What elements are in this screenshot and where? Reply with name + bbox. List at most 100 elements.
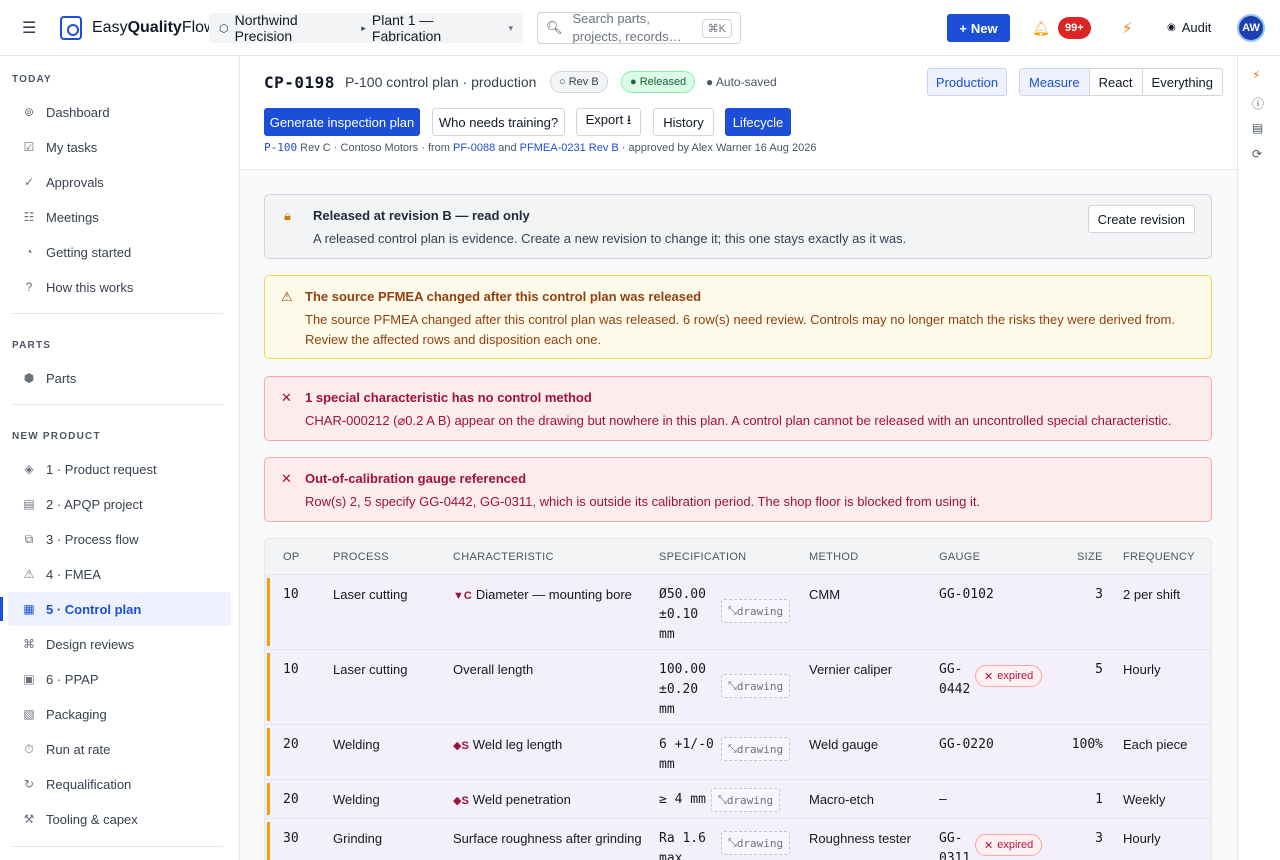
- audit-button[interactable]: ◉ Audit: [1167, 20, 1211, 35]
- sidebar-item-my-tasks[interactable]: ☑ My tasks: [8, 130, 231, 164]
- table-row[interactable]: 20 Welding ◆S Weld penetration ≥ 4 mm ⤡ drawi…: [265, 780, 1211, 819]
- bell-icon[interactable]: 🔔︎: [1032, 20, 1050, 37]
- cell-method: Macro-etch: [809, 792, 875, 807]
- segment-react[interactable]: React: [1088, 69, 1142, 95]
- lifecycle-button[interactable]: Lifecycle: [725, 108, 791, 136]
- gauge-line: 0311: [939, 851, 971, 860]
- sidebar-item-label: 6 · PPAP: [46, 671, 99, 687]
- notification-badge[interactable]: 99+: [1058, 17, 1091, 39]
- banner-title: Out-of-calibration gauge referenced: [305, 471, 527, 486]
- sidebar-item-1-product-request[interactable]: ◈ 1 · Product request: [8, 452, 231, 486]
- drawing-label: drawing: [736, 604, 784, 618]
- hexagon-icon: ⬡: [219, 22, 229, 35]
- segment-measure[interactable]: Measure: [1020, 69, 1089, 95]
- col-size[interactable]: SIZE: [1077, 551, 1103, 563]
- sidebar-section-parts: PARTS: [12, 340, 52, 351]
- search-input[interactable]: 🔍︎ Search parts, projects, records… ⌘K: [537, 11, 741, 44]
- production-mode-button[interactable]: Production: [927, 68, 1007, 96]
- cell-gauge: GG-0220: [939, 735, 994, 755]
- sidebar-item-4-fmea[interactable]: ⚠ 4 · FMEA: [8, 557, 231, 591]
- characteristic-text: Surface roughness after grinding: [453, 831, 642, 846]
- sidebar-item-how-this-works[interactable]: ? How this works: [8, 270, 231, 304]
- special-characteristic-banner: ✕ 1 special characteristic has no contro…: [264, 376, 1212, 441]
- drawing-link[interactable]: ⤡ drawing: [721, 674, 791, 698]
- col-specification[interactable]: SPECIFICATION: [659, 551, 746, 563]
- table-row[interactable]: 10 Laser cutting ▼C Diameter — mounting bor…: [265, 575, 1211, 650]
- gauge-line: —: [939, 792, 947, 807]
- segment-everything[interactable]: Everything: [1141, 69, 1222, 95]
- process-flow-link[interactable]: PF-0088: [453, 142, 495, 154]
- chevron-right-icon: ▸: [361, 22, 366, 33]
- sidebar-item-run-at-rate[interactable]: ⏱ Run at rate: [8, 732, 231, 766]
- part-link[interactable]: P-100: [264, 141, 297, 154]
- sidebar-item-dashboard[interactable]: ⊚ Dashboard: [8, 95, 231, 129]
- lineage-text: Rev C · Contoso Motors · from: [297, 142, 453, 154]
- sidebar-divider: [12, 313, 223, 314]
- sidebar-item-2-apqp-project[interactable]: ▤ 2 · APQP project: [8, 487, 231, 521]
- expired-label: expired: [997, 839, 1034, 851]
- close-icon: ✕: [281, 390, 292, 405]
- col-op[interactable]: OP: [283, 551, 300, 563]
- plant-selector[interactable]: ⬡ Northwind Precision ▸ Plant 1 — Fabric…: [209, 12, 523, 44]
- col-frequency[interactable]: FREQUENCY: [1123, 551, 1195, 563]
- cell-op: 20: [283, 737, 299, 752]
- drawing-link[interactable]: ⤡ drawing: [721, 831, 791, 855]
- sidebar-item-icon: ▦: [23, 602, 35, 616]
- sidebar-item-icon: ✓: [23, 175, 35, 189]
- table-row[interactable]: 10 Laser cutting Overall length 100.00 ±0.20…: [265, 650, 1211, 725]
- drawing-label: drawing: [726, 793, 774, 807]
- drawing-link[interactable]: ⤡ drawing: [711, 788, 781, 812]
- cell-frequency: Each piece: [1123, 737, 1188, 752]
- sidebar-item-requalification[interactable]: ↻ Requalification: [8, 767, 231, 801]
- sidebar-item-design-reviews[interactable]: ⌘ Design reviews: [8, 627, 231, 661]
- avatar[interactable]: AW: [1237, 14, 1265, 42]
- cell-characteristic: ◆S Weld penetration: [453, 790, 653, 811]
- history-button[interactable]: History: [653, 108, 714, 136]
- sidebar-item-getting-started[interactable]: ◔ Getting started: [8, 235, 231, 269]
- sidebar-item-3-process-flow[interactable]: ⧉ 3 · Process flow: [8, 522, 231, 556]
- cell-size: 1: [1095, 792, 1103, 807]
- sidebar-item-icon: ◔: [25, 245, 33, 259]
- characteristic-text: Weld penetration: [472, 792, 571, 807]
- sidebar-item-parts[interactable]: ⬢ Parts: [8, 361, 231, 395]
- sidebar-item-label: Approvals: [46, 174, 104, 190]
- cell-process: Laser cutting: [333, 662, 408, 677]
- menu-icon[interactable]: ☰: [22, 18, 42, 38]
- sidebar-item-icon: ⊚: [23, 105, 35, 119]
- generate-inspection-plan-button[interactable]: Generate inspection plan: [264, 108, 420, 136]
- drawing-label: drawing: [736, 742, 784, 756]
- col-characteristic[interactable]: CHARACTERISTIC: [453, 551, 554, 563]
- pfmea-link[interactable]: PFMEA-0231 Rev B: [520, 142, 619, 154]
- info-icon[interactable]: ⓘ: [1252, 95, 1264, 112]
- sidebar-item-packaging[interactable]: ▧ Packaging: [8, 697, 231, 731]
- create-revision-button[interactable]: Create revision: [1087, 205, 1195, 233]
- col-method[interactable]: METHOD: [809, 551, 858, 563]
- review-flag-stripe: [267, 783, 270, 815]
- expired-label: expired: [997, 670, 1034, 682]
- sidebar-item-6-ppap[interactable]: ▣ 6 · PPAP: [8, 662, 231, 696]
- sidebar-item-approvals[interactable]: ✓ Approvals: [8, 165, 231, 199]
- sidebar-item-meetings[interactable]: ☷ Meetings: [8, 200, 231, 234]
- col-gauge[interactable]: GAUGE: [939, 551, 980, 563]
- col-process[interactable]: PROCESS: [333, 551, 389, 563]
- logo-icon[interactable]: [60, 16, 82, 40]
- bolt-icon[interactable]: ⚡︎: [1122, 19, 1133, 37]
- refresh-icon[interactable]: ⟳: [1252, 147, 1262, 161]
- drawing-link[interactable]: ⤡ drawing: [721, 737, 791, 761]
- table-row[interactable]: 20 Welding ◆S Weld leg length 6 +1/-0 mm ⤡ dra…: [265, 725, 1211, 780]
- cell-op: 30: [283, 831, 299, 846]
- brand-name[interactable]: EasyQualityFlow: [92, 19, 216, 37]
- sidebar-item-5-control-plan[interactable]: ▦ 5 · Control plan: [8, 592, 231, 626]
- sidebar-item-tooling-capex[interactable]: ⚒ Tooling & capex: [8, 802, 231, 836]
- gauge-line: GG-: [939, 662, 963, 677]
- drawing-link[interactable]: ⤡ drawing: [721, 599, 791, 623]
- who-needs-training-button[interactable]: Who needs training?: [432, 108, 565, 136]
- bolt-icon[interactable]: ⚡︎: [1252, 68, 1260, 82]
- new-button[interactable]: + New: [947, 14, 1010, 42]
- table-row[interactable]: 30 Grinding Surface roughness after grindi…: [265, 819, 1211, 860]
- banner-title: 1 special characteristic has no control …: [305, 390, 592, 405]
- cell-frequency: Hourly: [1123, 662, 1161, 677]
- export-button[interactable]: Export ⭳: [576, 108, 641, 136]
- cell-size: 3: [1095, 831, 1103, 846]
- list-icon[interactable]: ▤: [1252, 121, 1263, 135]
